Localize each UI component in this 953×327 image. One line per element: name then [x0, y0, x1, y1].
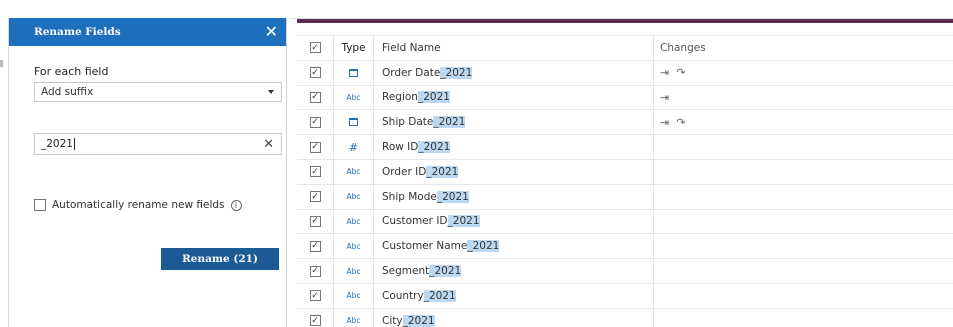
- type-change-icon: ↷: [676, 66, 686, 80]
- field-suffix: _2021: [402, 314, 435, 327]
- row-checkbox[interactable]: ✓: [309, 215, 321, 227]
- rename-icon: ⇥: [660, 90, 670, 104]
- field-name: Row ID: [382, 141, 419, 154]
- rename-mode-select[interactable]: Add suffix: [34, 82, 282, 102]
- string-type-icon[interactable]: Abc: [346, 242, 360, 251]
- field-name: Ship Mode: [382, 190, 437, 203]
- field-name: Customer ID: [382, 215, 448, 228]
- panel-header: Rename Fields ✕: [9, 18, 286, 46]
- field-suffix: _2021: [467, 240, 500, 253]
- field-name: Order ID: [382, 165, 427, 178]
- type-change-icon: ↷: [676, 115, 686, 129]
- table-row[interactable]: ✓ Abc Customer Name _2021: [297, 233, 953, 259]
- string-type-icon[interactable]: Abc: [346, 217, 360, 226]
- rename-mode-value: Add suffix: [41, 86, 94, 98]
- auto-rename-label: Automatically rename new fields: [52, 199, 225, 211]
- field-name-column-header: Field Name: [374, 36, 654, 60]
- top-toolbar-area: [290, 0, 953, 19]
- changes-column-header: Changes: [660, 41, 706, 54]
- field-name: Ship Date: [382, 116, 434, 129]
- string-type-icon[interactable]: Abc: [346, 93, 360, 102]
- table-row[interactable]: ✓ # Row ID _2021: [297, 134, 953, 159]
- table-row[interactable]: ✓ Order Date _2021 ⇥ ↷: [297, 59, 953, 85]
- panel-title: Rename Fields: [34, 26, 121, 38]
- table-row[interactable]: ✓ Abc Customer ID _2021: [297, 208, 953, 234]
- field-suffix: _2021: [418, 141, 451, 154]
- clear-icon[interactable]: ✕: [263, 137, 274, 152]
- close-icon[interactable]: ✕: [265, 24, 278, 40]
- type-column-header: Type: [334, 36, 374, 60]
- string-type-icon[interactable]: Abc: [346, 192, 360, 201]
- accent-bar: [297, 19, 953, 23]
- fields-table: ✓ Type Field Name Changes ✓ Order Date _20…: [297, 35, 953, 327]
- field-suffix: _2021: [433, 116, 466, 129]
- rename-icon: ⇥: [660, 66, 670, 80]
- field-name: Customer Name: [382, 240, 468, 253]
- auto-rename-row[interactable]: Automatically rename new fields i: [34, 199, 242, 211]
- row-checkbox[interactable]: ✓: [309, 290, 321, 302]
- row-checkbox[interactable]: ✓: [309, 91, 321, 103]
- auto-rename-checkbox[interactable]: [34, 199, 46, 211]
- text-cursor: [73, 138, 75, 150]
- table-header: ✓ Type Field Name Changes: [297, 35, 953, 60]
- table-body: ✓ Order Date _2021 ⇥ ↷ ✓ Abc Region _2021 ⇥ ✓ Ship …: [297, 59, 953, 327]
- rename-icon: ⇥: [660, 115, 670, 129]
- row-checkbox[interactable]: ✓: [309, 265, 321, 277]
- number-type-icon[interactable]: #: [349, 141, 358, 154]
- table-row[interactable]: ✓ Abc Order ID _2021: [297, 158, 953, 184]
- select-all-checkbox[interactable]: ✓: [309, 42, 321, 54]
- field-name: Order Date: [382, 66, 441, 79]
- suffix-input-value: _2021: [41, 138, 73, 150]
- field-name: City: [382, 314, 403, 327]
- field-name: Region: [382, 91, 418, 104]
- table-row[interactable]: ✓ Abc Ship Mode _2021: [297, 183, 953, 209]
- rename-fields-panel: Rename Fields ✕ For each field Add suffi…: [8, 18, 287, 327]
- row-checkbox[interactable]: ✓: [309, 116, 321, 128]
- field-suffix: _2021: [417, 91, 450, 104]
- info-icon[interactable]: i: [230, 199, 242, 211]
- row-checkbox[interactable]: ✓: [309, 191, 321, 203]
- row-checkbox[interactable]: ✓: [309, 315, 321, 327]
- field-suffix: _2021: [429, 265, 462, 278]
- table-row[interactable]: ✓ Abc Country _2021: [297, 282, 953, 308]
- edge-mark: [0, 60, 3, 67]
- suffix-input[interactable]: _2021 ✕: [34, 133, 282, 155]
- for-each-field-label: For each field: [34, 65, 109, 78]
- row-checkbox[interactable]: ✓: [309, 141, 321, 153]
- field-suffix: _2021: [440, 66, 473, 79]
- row-checkbox[interactable]: ✓: [309, 166, 321, 178]
- field-name: Country: [382, 289, 424, 302]
- string-type-icon[interactable]: Abc: [346, 267, 360, 276]
- table-row[interactable]: ✓ Abc Segment _2021: [297, 258, 953, 283]
- chevron-down-icon: [268, 90, 274, 94]
- date-type-icon[interactable]: [349, 68, 358, 77]
- table-row[interactable]: ✓ Ship Date _2021 ⇥ ↷: [297, 109, 953, 135]
- table-row[interactable]: ✓ Abc City _2021: [297, 307, 953, 327]
- field-suffix: _2021: [423, 289, 456, 302]
- field-suffix: _2021: [426, 165, 459, 178]
- string-type-icon[interactable]: Abc: [346, 167, 360, 176]
- string-type-icon[interactable]: Abc: [346, 291, 360, 300]
- field-suffix: _2021: [447, 215, 480, 228]
- row-checkbox[interactable]: ✓: [309, 67, 321, 79]
- date-type-icon[interactable]: [349, 118, 358, 127]
- field-suffix: _2021: [436, 190, 469, 203]
- string-type-icon[interactable]: Abc: [346, 316, 360, 325]
- row-checkbox[interactable]: ✓: [309, 240, 321, 252]
- rename-button[interactable]: Rename (21): [161, 248, 279, 270]
- table-row[interactable]: ✓ Abc Region _2021 ⇥: [297, 84, 953, 110]
- field-name: Segment: [382, 265, 430, 278]
